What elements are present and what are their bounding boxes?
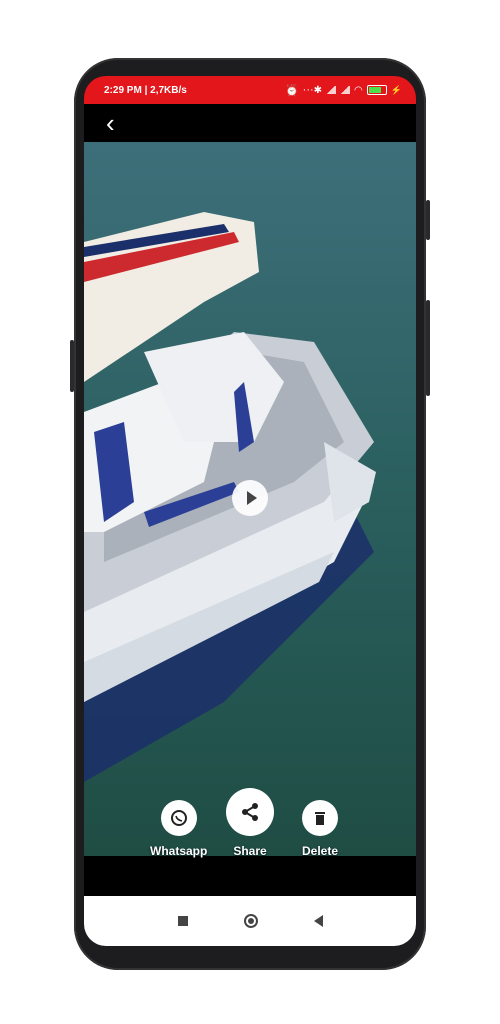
whatsapp-button[interactable]: Whatsapp (150, 800, 207, 858)
bluetooth-icon: ✱ (313, 84, 323, 96)
status-bar: 2:29 PM | 2,7KB/s ⏰ ··· ✱ ◠ ⚡ (84, 76, 416, 104)
share-icon (226, 788, 274, 836)
trash-icon (302, 800, 339, 836)
delete-label: Delete (302, 844, 339, 858)
charging-icon: ⚡ (390, 84, 402, 95)
side-button (426, 300, 430, 396)
share-button[interactable]: Share (226, 788, 274, 858)
more-dots-icon: ··· (302, 84, 314, 96)
play-icon[interactable] (232, 480, 268, 516)
whatsapp-icon (160, 800, 197, 836)
delete-button[interactable]: Delete (302, 800, 338, 858)
power-button (426, 200, 430, 240)
action-bar: Whatsapp Share Delete (84, 788, 416, 868)
battery-icon (366, 85, 387, 95)
home-circle-icon[interactable] (243, 914, 258, 928)
android-nav-bar (84, 896, 416, 946)
share-label: Share (233, 844, 267, 858)
wifi-icon: ◠ (354, 84, 363, 96)
top-bar: ‹ (84, 104, 416, 142)
whatsapp-label: Whatsapp (150, 844, 208, 858)
back-arrow-icon[interactable]: ‹ (106, 110, 115, 136)
status-icons: ✱ ◠ ⚡ (314, 85, 402, 96)
signal-icon (340, 86, 351, 94)
video-preview[interactable] (84, 142, 416, 856)
recents-square-icon[interactable] (177, 916, 188, 926)
volume-button (70, 340, 74, 392)
alarm-icon: ⏰ (284, 84, 299, 97)
back-triangle-icon[interactable] (313, 915, 323, 927)
signal-icon (326, 86, 337, 94)
status-time-speed: 2:29 PM | 2,7KB/s (104, 84, 187, 96)
phone-screen: 2:29 PM | 2,7KB/s ⏰ ··· ✱ ◠ ⚡ ‹ Whatsapp… (84, 76, 416, 946)
